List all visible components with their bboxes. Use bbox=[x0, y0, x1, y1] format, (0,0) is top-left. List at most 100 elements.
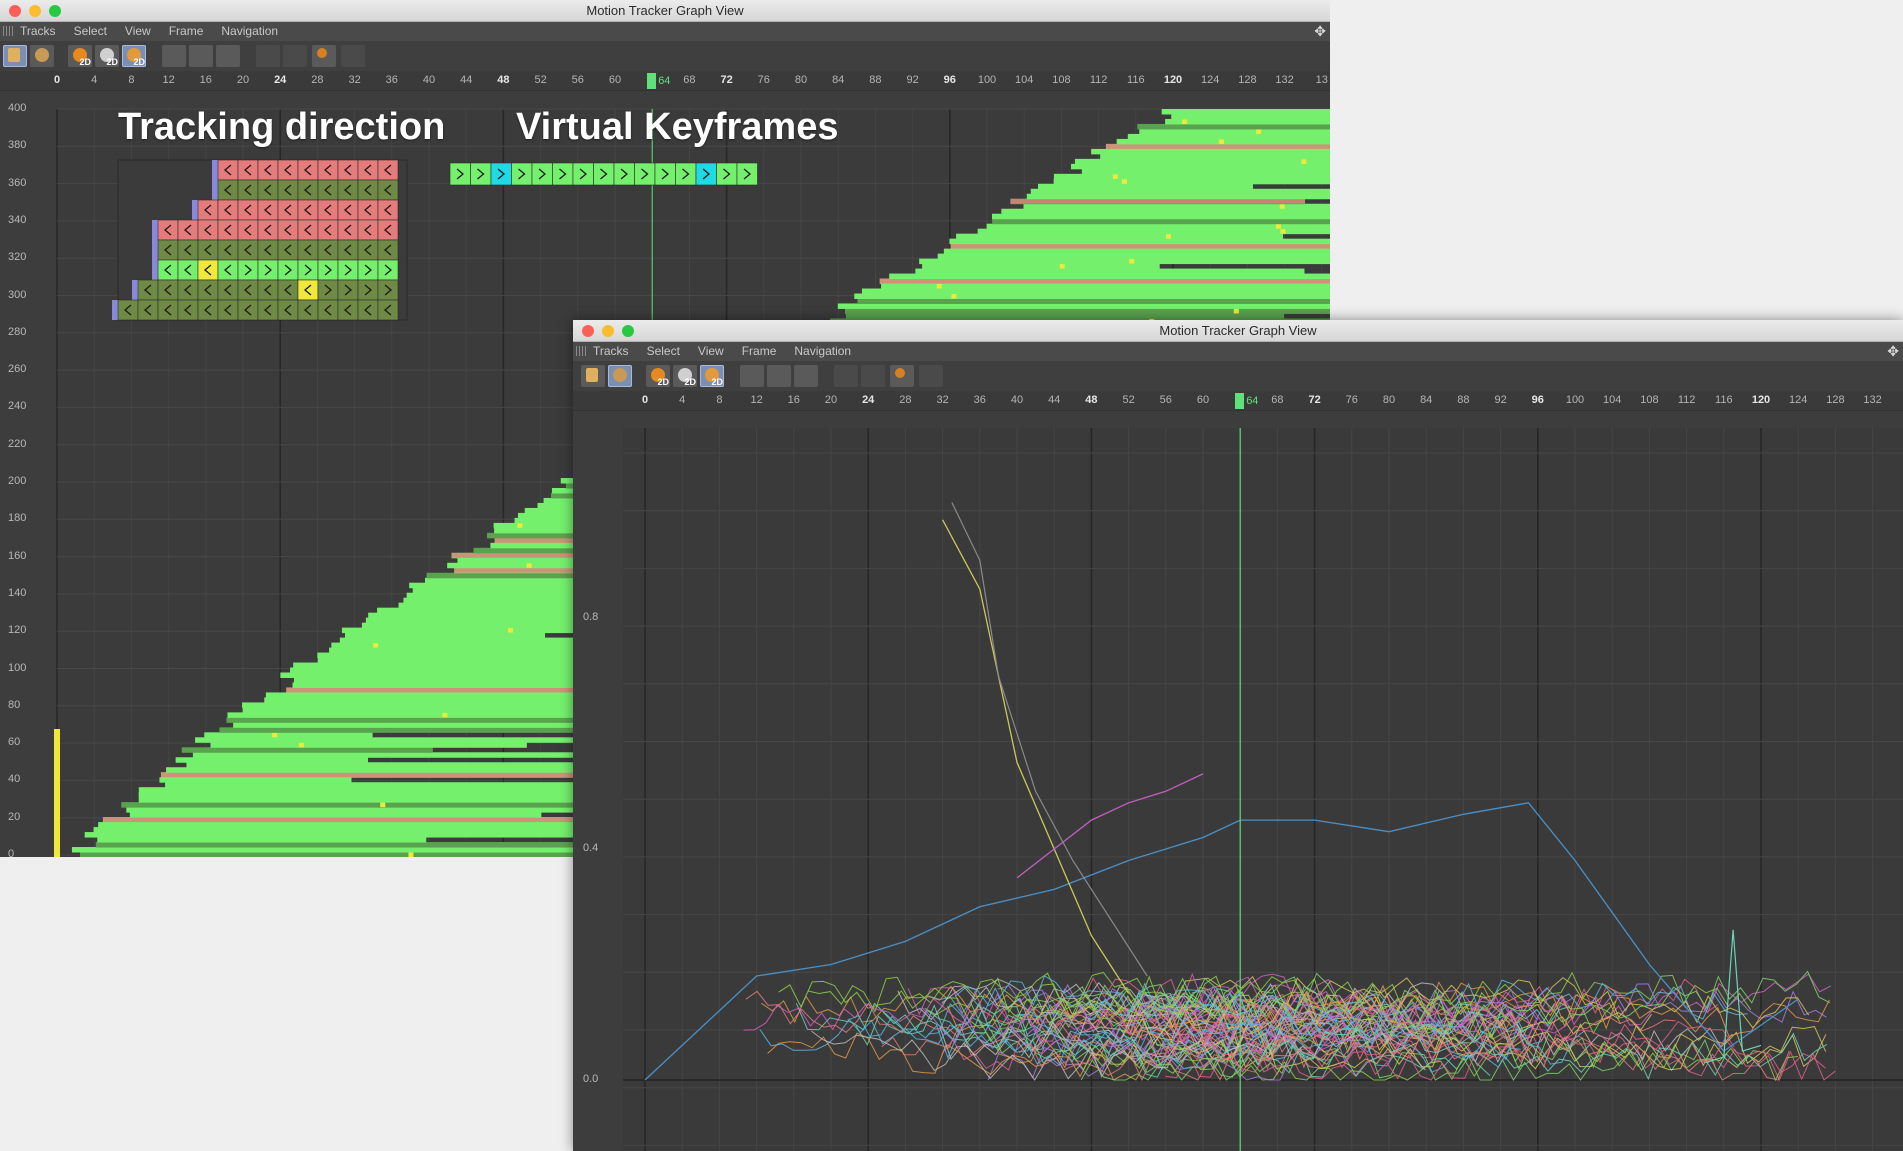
track-cell bbox=[117, 299, 139, 321]
track-cell bbox=[297, 239, 319, 261]
track-cell bbox=[337, 199, 359, 221]
track-bar bbox=[1139, 128, 1330, 135]
keyframe-cell bbox=[654, 162, 676, 186]
track-cell bbox=[377, 159, 399, 181]
track-cell bbox=[177, 299, 199, 321]
keyframe-mark bbox=[1275, 223, 1281, 229]
track-cell bbox=[317, 279, 339, 301]
track-cell bbox=[337, 279, 359, 301]
track-cell bbox=[297, 159, 319, 181]
track-cell bbox=[257, 159, 279, 181]
keyframe-mark bbox=[936, 283, 942, 289]
keyframe-cell bbox=[470, 162, 492, 186]
keyframe-mark bbox=[1059, 263, 1065, 269]
track-cell bbox=[357, 219, 379, 241]
track-cell bbox=[157, 239, 179, 261]
track-bar bbox=[1074, 158, 1330, 165]
keyframe-cell bbox=[552, 162, 574, 186]
track-start-mark bbox=[192, 200, 198, 220]
track-bar bbox=[1165, 118, 1330, 125]
track-cell bbox=[357, 279, 379, 301]
keyframe-cell bbox=[716, 162, 738, 186]
track-bar bbox=[977, 228, 1330, 235]
track-bar bbox=[1037, 183, 1253, 190]
track-cell bbox=[297, 219, 319, 241]
track-bar bbox=[1081, 168, 1330, 175]
track-bar bbox=[97, 837, 427, 843]
track-bar bbox=[991, 213, 1330, 220]
keyframe-cell bbox=[675, 162, 697, 186]
track-start-mark bbox=[152, 220, 158, 240]
track-cell bbox=[237, 279, 259, 301]
track-cell bbox=[277, 279, 299, 301]
track-cell bbox=[297, 179, 319, 201]
track-start-mark bbox=[112, 300, 118, 320]
track-cell bbox=[357, 199, 379, 221]
keyframe-mark bbox=[1218, 138, 1224, 144]
track-bar bbox=[956, 233, 1284, 240]
track-cell bbox=[237, 199, 259, 221]
keyframe-mark bbox=[54, 729, 60, 857]
track-cell bbox=[277, 159, 299, 181]
track-bar bbox=[1026, 193, 1330, 200]
label-tracking-direction: Tracking direction bbox=[118, 106, 446, 148]
track-bar bbox=[1127, 133, 1330, 140]
track-cell bbox=[157, 299, 179, 321]
track-bar bbox=[1137, 123, 1330, 130]
track-cell bbox=[377, 279, 399, 301]
keyframe-mark bbox=[1121, 178, 1127, 184]
keyframe-mark bbox=[272, 732, 278, 738]
keyframe-mark bbox=[442, 712, 448, 718]
track-bar bbox=[943, 248, 1330, 255]
track-cell bbox=[377, 219, 399, 241]
tracker-window-front: Motion Tracker Graph View Tracks Select … bbox=[573, 320, 1903, 1151]
keyframe-mark bbox=[1165, 233, 1171, 239]
track-cell bbox=[277, 259, 299, 281]
keyframe-mark bbox=[1129, 258, 1135, 264]
track-bar-error bbox=[1010, 198, 1306, 204]
keyframe-mark bbox=[1256, 128, 1262, 134]
track-cell bbox=[197, 279, 219, 301]
track-cell bbox=[257, 179, 279, 201]
track-bar-error bbox=[950, 243, 1330, 249]
track-cell bbox=[357, 179, 379, 201]
track-bar-error bbox=[879, 278, 1330, 284]
track-bar bbox=[129, 812, 542, 818]
track-cell bbox=[337, 299, 359, 321]
track-bar bbox=[181, 747, 433, 753]
keyframe-mark bbox=[526, 562, 532, 568]
track-bar bbox=[175, 757, 368, 763]
track-bar bbox=[844, 308, 1330, 314]
error-curve-chart[interactable] bbox=[573, 320, 1903, 1151]
keyframe-cell bbox=[531, 162, 553, 186]
keyframe-mark bbox=[1112, 173, 1118, 179]
track-cell bbox=[317, 179, 339, 201]
track-cell bbox=[317, 239, 339, 261]
track-cell bbox=[377, 259, 399, 281]
track-bar bbox=[159, 777, 352, 783]
track-cell bbox=[257, 259, 279, 281]
track-cell bbox=[237, 159, 259, 181]
track-cell bbox=[257, 239, 279, 261]
track-cell bbox=[197, 299, 219, 321]
keyframe-mark bbox=[1279, 203, 1285, 209]
track-cell bbox=[197, 199, 219, 221]
track-cell bbox=[217, 299, 239, 321]
track-bar bbox=[1053, 173, 1330, 180]
keyframe-cell bbox=[572, 162, 594, 186]
track-cell bbox=[377, 199, 399, 221]
track-cell bbox=[337, 259, 359, 281]
keyframe-mark bbox=[380, 802, 386, 808]
track-cell bbox=[317, 259, 339, 281]
keyframe-cell bbox=[593, 162, 615, 186]
track-cell bbox=[217, 219, 239, 241]
track-cell bbox=[137, 279, 159, 301]
track-start-mark bbox=[152, 260, 158, 280]
keyframe-mark bbox=[1182, 118, 1188, 124]
track-cell bbox=[297, 199, 319, 221]
track-bar bbox=[881, 283, 1330, 290]
virtual-keyframes-strip bbox=[449, 162, 758, 186]
track-bar bbox=[915, 268, 1305, 275]
track-bar-error bbox=[1105, 143, 1330, 149]
track-cell bbox=[357, 159, 379, 181]
